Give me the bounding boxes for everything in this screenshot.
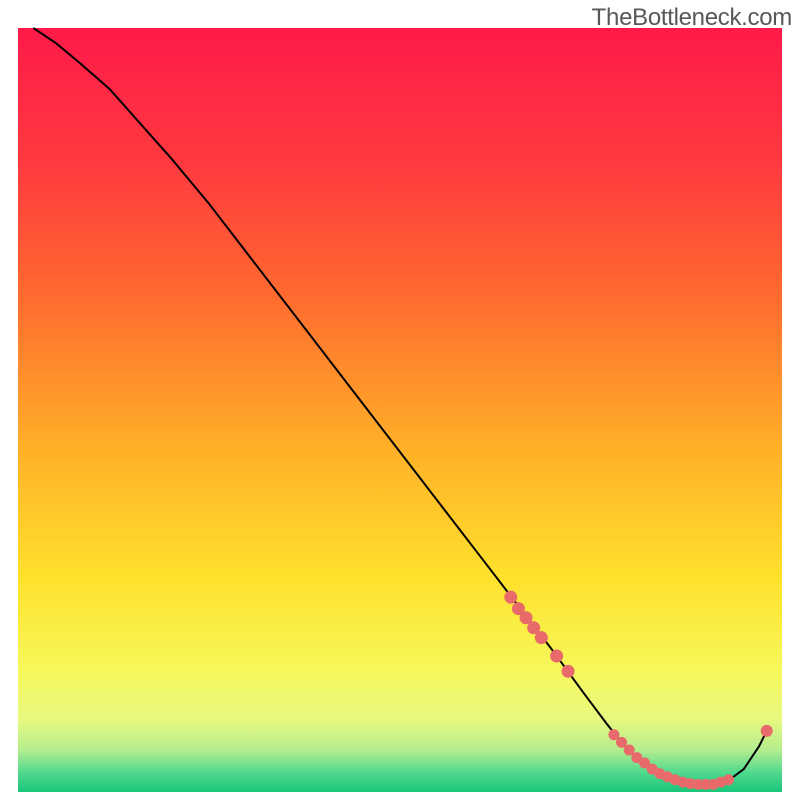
data-point: [723, 774, 734, 785]
data-point: [535, 631, 548, 644]
chart-container: TheBottleneck.com: [0, 0, 800, 800]
plot-background: [18, 28, 782, 792]
data-point: [504, 591, 517, 604]
watermark-text: TheBottleneck.com: [592, 4, 792, 32]
data-point: [562, 665, 575, 678]
bottleneck-chart: [0, 0, 800, 800]
data-point: [761, 725, 773, 737]
data-point: [550, 650, 563, 663]
